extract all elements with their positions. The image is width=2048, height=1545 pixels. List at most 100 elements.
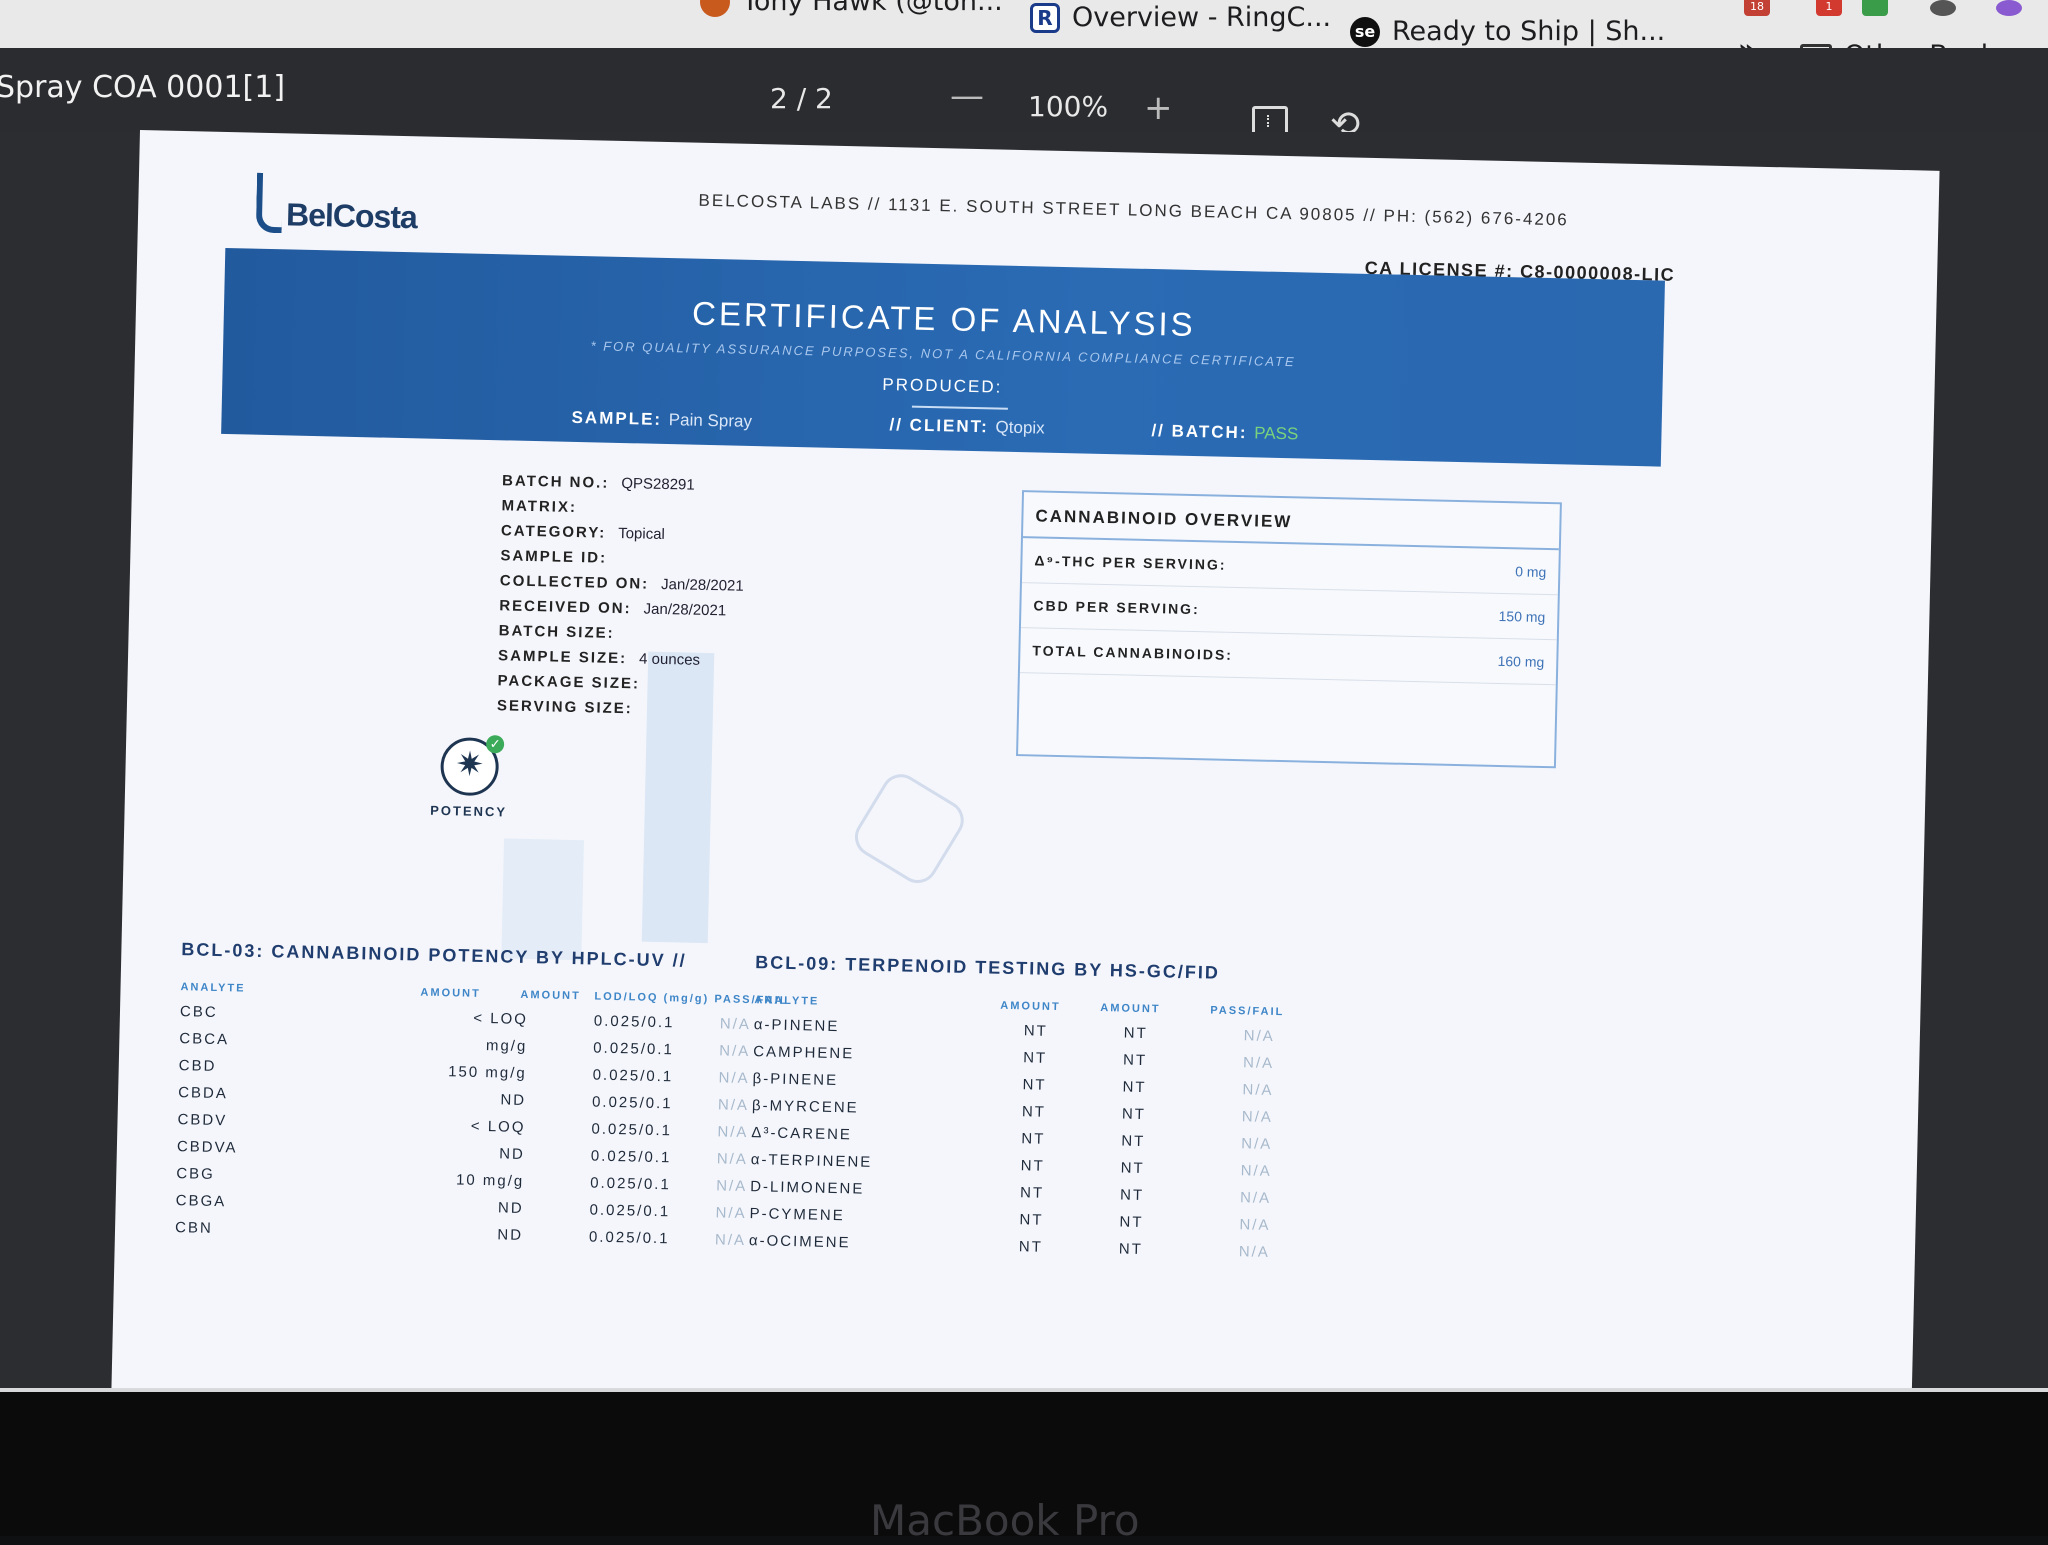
pass-fail-cell: N/A [1243, 1027, 1275, 1045]
pdf-page: BelCosta BELCOSTA LABS // 1131 E. SOUTH … [111, 130, 1940, 1431]
amount-cell: ND [500, 1091, 527, 1110]
column-header: AMOUNT [420, 986, 481, 1000]
bookmark-ringcentral-overview[interactable]: R Overview - RingC... [1030, 2, 1331, 33]
analyte-cell: α-PINENE [753, 1016, 840, 1036]
potency-label: POTENCY [430, 802, 508, 820]
pass-fail-cell: N/A [714, 1231, 747, 1250]
info-value: QPS28291 [621, 475, 695, 494]
info-label: PACKAGE SIZE: [497, 672, 641, 693]
analyte-cell: CBDV [177, 1111, 228, 1130]
document-title: Spray COA 0001[1] [0, 70, 286, 105]
zoom-in-button[interactable]: + [1144, 88, 1173, 128]
hexagon-decoration-icon [847, 766, 972, 891]
bookmark-ready-to-ship[interactable]: se Ready to Ship | Sh... [1350, 16, 1665, 47]
lod-loq-cell: 0.025/0.1 [590, 1174, 671, 1194]
tony-hawk-favicon-icon [700, 0, 730, 17]
amount-cell: NT [1020, 1157, 1045, 1175]
extension-badge[interactable]: 1 [1816, 0, 1842, 16]
overview-label: TOTAL CANNABINOIDS: [1032, 642, 1234, 663]
lod-loq-cell: 0.025/0.1 [589, 1201, 671, 1221]
column-header: ANALYTE [180, 981, 246, 995]
amount-cell: 150 mg/g [447, 1063, 527, 1083]
batch-label: // BATCH: [1151, 421, 1248, 443]
amount-cell: < LOQ [473, 1009, 529, 1029]
pass-fail-cell: N/A [1241, 1135, 1273, 1153]
analyte-cell: CBCA [179, 1030, 230, 1049]
amount-cell: < LOQ [470, 1117, 526, 1136]
extension-icon[interactable] [1862, 0, 1888, 16]
info-label: MATRIX: [501, 497, 578, 517]
page-indicator[interactable]: 2 / 2 [770, 82, 833, 115]
info-label: CATEGORY: [500, 522, 607, 542]
pass-fail-cell: N/A [715, 1204, 747, 1223]
pass-fail-cell: N/A [719, 1015, 752, 1034]
client-label: // CLIENT: [889, 415, 990, 437]
lod-loq-cell: 0.025/0.1 [592, 1066, 674, 1086]
check-icon: ✓ [485, 735, 505, 754]
info-label: BATCH SIZE: [498, 622, 615, 642]
pass-fail-cell: N/A [717, 1096, 750, 1115]
analyte-cell: α-TERPINENE [750, 1151, 873, 1171]
bookmark-tony-hawk[interactable]: Tony Hawk (@ton... [700, 0, 1003, 17]
client-value: Qtopix [995, 417, 1045, 438]
amount-cell: 10 mg/g [455, 1171, 525, 1190]
amount-cell: NT [1120, 1159, 1145, 1178]
info-value: Topical [617, 524, 666, 544]
zoom-level[interactable]: 100% [1028, 90, 1108, 123]
pass-fail-cell: N/A [719, 1042, 751, 1061]
divider [911, 405, 1008, 410]
pass-fail-cell: N/A [1242, 1081, 1274, 1099]
pass-fail-cell: N/A [717, 1123, 749, 1142]
lod-loq-cell: 0.025/0.1 [588, 1228, 670, 1248]
column-header: AMOUNT [1100, 1002, 1161, 1016]
pass-fail-cell: N/A [716, 1150, 749, 1169]
lab-address: BELCOSTA LABS // 1131 E. SOUTH STREET LO… [698, 190, 1569, 230]
sample-info: BATCH NO.: QPS28291 MATRIX: CATEGORY: Topi… [497, 468, 747, 723]
pass-fail-cell: N/A [1241, 1108, 1274, 1126]
belcosta-logo: BelCosta [255, 172, 418, 237]
amount-cell: NT [1122, 1078, 1147, 1097]
analyte-cell: P-CYMENE [749, 1205, 845, 1225]
amount-cell: NT [1022, 1076, 1047, 1094]
extension-badge[interactable]: 18 [1744, 0, 1770, 16]
amount-cell: NT [1121, 1105, 1147, 1124]
info-label: COLLECTED ON: [499, 572, 650, 593]
background-decoration [501, 838, 585, 961]
analyte-cell: CBDA [177, 1084, 229, 1103]
analyte-cell: CBGA [175, 1192, 227, 1211]
banner-sample: SAMPLE: Pain Spray [571, 408, 752, 432]
amount-cell: ND [497, 1199, 524, 1217]
bookmark-label: Overview - RingC... [1072, 2, 1332, 33]
analyte-cell: CBC [179, 1003, 218, 1021]
cannabis-leaf-icon: ✓ [439, 735, 505, 797]
extension-icon[interactable] [1930, 0, 1956, 16]
analyte-cell: CBDVA [176, 1138, 238, 1157]
terpene-section-title: BCL-09: TERPENOID TESTING BY HS-GC/FID [755, 952, 1221, 983]
info-row: SERVING SIZE: [497, 693, 741, 724]
column-header: PASS/FAIL [1210, 1004, 1285, 1019]
overview-value: 150 mg [1498, 607, 1546, 626]
column-header: AMOUNT [520, 988, 581, 1003]
zoom-out-button[interactable]: — [950, 76, 984, 116]
column-header: ANALYTE [754, 994, 820, 1008]
analyte-cell: β-MYRCENE [751, 1097, 859, 1117]
lod-loq-cell: 0.025/0.1 [591, 1120, 673, 1140]
amount-cell: NT [1119, 1186, 1145, 1205]
amount-cell: NT [1019, 1211, 1044, 1229]
pass-fail-cell: N/A [1242, 1054, 1275, 1072]
device-label: MacBook Pro [870, 1496, 1140, 1545]
pass-fail-cell: N/A [716, 1177, 748, 1196]
info-label: SAMPLE SIZE: [497, 647, 628, 668]
bookmark-label: Tony Hawk (@ton... [742, 0, 1003, 17]
amount-cell: NT [1021, 1130, 1046, 1148]
ringcentral-favicon-icon: R [1030, 2, 1060, 33]
amount-cell: NT [1023, 1022, 1048, 1040]
column-header: LOD/LOQ (mg/g) [594, 990, 710, 1006]
amount-cell: NT [1018, 1238, 1044, 1256]
coa-banner: CERTIFICATE OF ANALYSIS * FOR QUALITY AS… [221, 247, 1665, 467]
overview-label: Δ⁹-THC PER SERVING: [1034, 552, 1227, 573]
analyte-cell: Δ³-CARENE [751, 1124, 853, 1144]
cannabinoid-section-title: BCL-03: CANNABINOID POTENCY BY HPLC-UV /… [181, 939, 687, 971]
extension-icon[interactable] [1996, 0, 2022, 16]
amount-cell: NT [1123, 1024, 1148, 1043]
